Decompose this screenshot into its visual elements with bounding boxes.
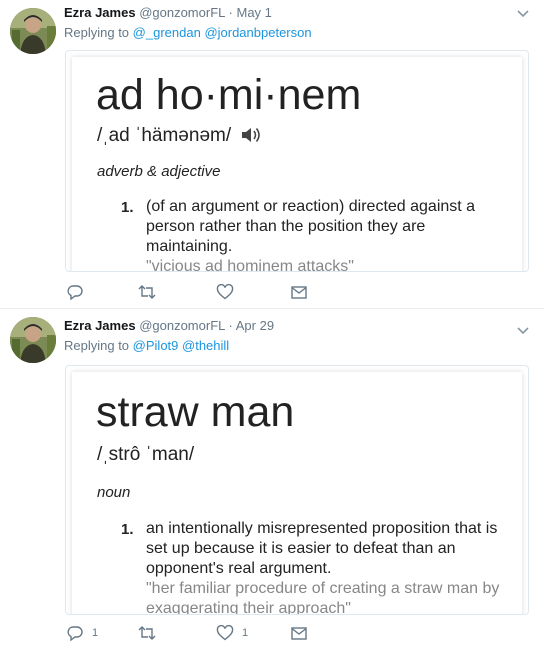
chevron-down-icon[interactable] [516,323,530,335]
reply-button[interactable] [66,284,92,300]
definition-example: "her familiar procedure of creating a st… [146,580,500,615]
author-handle[interactable]: @gonzomorFL [139,318,225,333]
definition: an intentionally misrepresented proposit… [146,520,498,577]
author-handle[interactable]: @gonzomorFL [139,5,225,20]
retweet-icon [136,284,158,300]
retweet-button[interactable] [136,284,166,300]
chevron-down-icon[interactable] [516,6,530,18]
avatar[interactable] [10,8,56,54]
tweet-header: Ezra James @gonzomorFL · Apr 29 [64,317,274,335]
like-button[interactable]: 1 [216,625,248,641]
speaker-icon [240,126,262,150]
definition-card[interactable]: straw man /ˌstrô ˈman/ noun 1. an intent… [65,365,529,615]
pronunciation-text: /ˌstrô ˈman/ [97,444,195,465]
reply-handle-link[interactable]: @thehill [182,338,229,353]
definition: (of an argument or reaction) directed ag… [146,198,476,255]
avatar[interactable] [10,317,56,363]
definition-text: (of an argument or reaction) directed ag… [146,197,506,272]
replying-prefix: Replying to [64,338,130,353]
retweet-button[interactable] [136,625,166,641]
tweet-header: Ezra James @gonzomorFL · May 1 [64,4,272,22]
tweet-date[interactable]: May 1 [236,5,271,20]
part-of-speech: noun [97,484,131,501]
direct-message-button[interactable] [290,625,308,641]
reply-button[interactable]: 1 [66,625,98,641]
retweet-icon [136,625,158,641]
envelope-icon [290,625,308,641]
separator: · [228,318,233,333]
like-count: 1 [242,627,249,639]
reply-handle-link[interactable]: @_grendan [133,25,201,40]
definition-number: 1. [121,521,134,538]
tweet-date[interactable]: Apr 29 [236,318,274,333]
definition-example: "vicious ad hominem attacks" [146,258,354,272]
reply-count: 1 [92,627,99,639]
reply-icon [66,625,84,641]
definition-number: 1. [121,199,134,216]
like-button[interactable] [216,284,242,300]
envelope-icon [290,284,308,300]
heart-icon [216,625,234,641]
headword: straw man [96,388,295,436]
headword: ad ho·mi·nem [96,71,362,119]
heart-icon [216,284,234,300]
tweet[interactable]: Ezra James @gonzomorFL · May 1 Replying … [0,0,544,309]
reply-icon [66,284,84,300]
pronunciation: /ˌstrô ˈman/ [97,444,194,466]
replying-to: Replying to @_grendan @jordanbpeterson [64,24,312,42]
author-name[interactable]: Ezra James [64,5,136,20]
part-of-speech: adverb & adjective [97,163,221,180]
author-name[interactable]: Ezra James [64,318,136,333]
replying-prefix: Replying to [64,25,130,40]
reply-handle-link[interactable]: @Pilot9 [133,338,179,353]
direct-message-button[interactable] [290,284,308,300]
replying-to: Replying to @Pilot9 @thehill [64,337,229,355]
pronunciation-text: /ˌad ˈhämənəm/ [97,125,232,146]
definition-card[interactable]: ad ho·mi·nem /ˌad ˈhämənəm/ adverb & adj… [65,50,529,272]
reply-handle-link[interactable]: @jordanbpeterson [204,25,311,40]
definition-text: an intentionally misrepresented proposit… [146,519,506,615]
separator: · [228,5,233,20]
pronunciation: /ˌad ˈhämənəm/ [97,125,262,150]
tweet[interactable]: Ezra James @gonzomorFL · Apr 29 Replying… [0,309,544,650]
